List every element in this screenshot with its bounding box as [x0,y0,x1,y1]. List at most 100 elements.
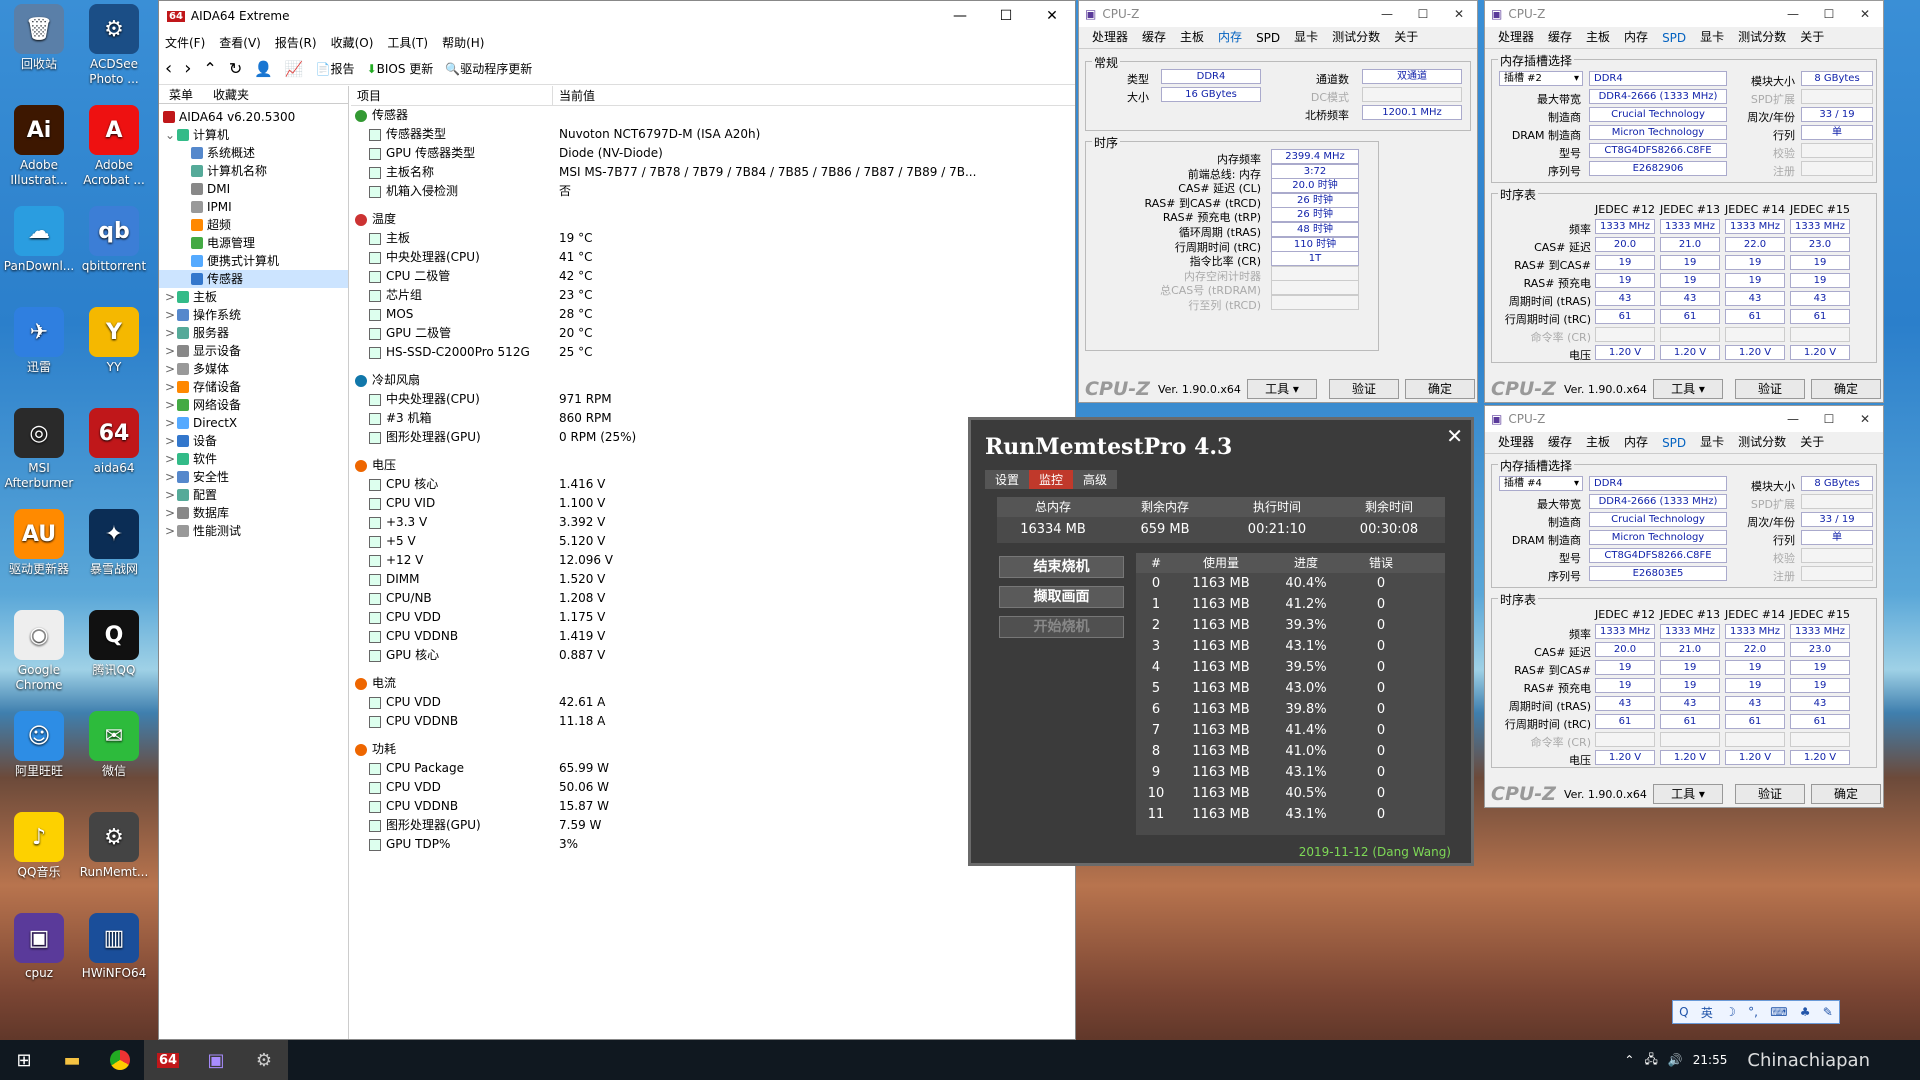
sensor-row[interactable]: DIMM 1.520 V [351,570,1075,589]
expand-chevron-icon[interactable]: > [165,450,177,468]
sensor-row[interactable]: CPU VDD 42.61 A [351,693,1075,712]
close-icon[interactable]: ✕ [1446,424,1463,448]
tree-item[interactable]: > 性能测试 [159,522,348,540]
tree-item[interactable]: > 软件 [159,450,348,468]
validate-button[interactable]: 验证 [1735,379,1805,399]
rmt-tab[interactable]: 设置 [985,470,1030,489]
tree-item[interactable]: 便携式计算机 [159,252,348,270]
desktop-icon[interactable]: ♪ QQ音乐 [0,812,78,880]
sensor-row[interactable]: GPU 二极管 20 °C [351,324,1075,343]
cpuz-tab[interactable]: 缓存 [1541,433,1579,453]
maximize-button[interactable]: ☐ [983,8,1029,24]
sensor-row[interactable]: CPU VDDNB 11.18 A [351,712,1075,731]
cpuz-tab[interactable]: 显卡 [1693,28,1731,48]
sensor-row[interactable]: +3.3 V 3.392 V [351,513,1075,532]
tree-item[interactable]: > DirectX [159,414,348,432]
punct-icon[interactable]: °, [1748,1005,1758,1019]
wrench-icon[interactable]: ✎ [1823,1005,1833,1019]
taskbar-chrome[interactable] [96,1040,144,1080]
slot-select[interactable]: 插槽 #2 ▾ [1499,71,1583,86]
tree-item[interactable]: > 配置 [159,486,348,504]
tab-favorites[interactable]: 收藏夹 [203,86,259,103]
maximize-button[interactable]: ☐ [1405,7,1441,21]
maximize-button[interactable]: ☐ [1811,412,1847,426]
minimize-button[interactable]: — [937,8,983,24]
cpuz-tab[interactable]: 显卡 [1287,28,1325,48]
expand-chevron-icon[interactable]: > [165,414,177,432]
cpuz-tab[interactable]: 内存 [1617,28,1655,48]
ok-button[interactable]: 确定 [1405,379,1475,399]
sensor-row[interactable]: 机箱入侵检测 否 [351,182,1075,201]
slot-select[interactable]: 插槽 #4 ▾ [1499,476,1583,491]
desktop-icon[interactable]: qb qbittorrent [75,206,153,274]
desktop-icon[interactable]: ▥ HWiNFO64 [75,913,153,981]
cpuz-tab[interactable]: 内存 [1211,28,1249,48]
sensor-row[interactable]: CPU VDD 50.06 W [351,778,1075,797]
sensor-row[interactable]: CPU VDDNB 15.87 W [351,797,1075,816]
cpuz-tab[interactable]: 主板 [1579,28,1617,48]
volume-icon[interactable]: 🔊 [1668,1053,1683,1067]
report-button[interactable]: 📄 报告 [316,60,355,77]
sensor-row[interactable]: CPU Package 65.99 W [351,759,1075,778]
cpuz-tab[interactable]: 关于 [1793,433,1831,453]
taskbar-aida64[interactable]: 64 [144,1040,192,1080]
expand-chevron-icon[interactable]: > [165,396,177,414]
sensor-row[interactable]: +12 V 12.096 V [351,551,1075,570]
desktop-icon[interactable]: 🗑 回收站 [0,4,78,72]
tray-chevron-icon[interactable]: ⌃ [1624,1053,1634,1067]
expand-chevron-icon[interactable]: > [165,306,177,324]
menu-item[interactable]: 帮助(H) [442,34,484,51]
sensor-row[interactable]: CPU VDDNB 1.419 V [351,627,1075,646]
cpuz-tab[interactable]: 主板 [1579,433,1617,453]
keyboard-icon[interactable]: ⌨ [1770,1005,1787,1019]
expand-chevron-icon[interactable]: > [165,504,177,522]
expand-chevron-icon[interactable]: > [165,324,177,342]
expand-chevron-icon[interactable]: > [165,288,177,306]
cpuz-tab[interactable]: 内存 [1617,433,1655,453]
close-button[interactable]: ✕ [1441,7,1477,21]
desktop-icon[interactable]: ◎ MSI Afterburner [0,408,78,491]
tree-item[interactable]: IPMI [159,198,348,216]
sensor-row[interactable]: CPU VDD 1.175 V [351,608,1075,627]
tab-menu[interactable]: 菜单 [159,86,203,103]
desktop-icon[interactable]: ☺ 阿里旺旺 [0,711,78,779]
back-icon[interactable]: ‹ [165,58,172,79]
tree-root[interactable]: AIDA64 v6.20.5300 [159,108,348,126]
tools-button[interactable]: 工具 ▾ [1653,784,1723,804]
expand-chevron-icon[interactable]: > [165,342,177,360]
sensor-row[interactable]: CPU/NB 1.208 V [351,589,1075,608]
cpuz-tab[interactable]: 关于 [1793,28,1831,48]
tree-item[interactable]: > 服务器 [159,324,348,342]
cpuz-tab[interactable]: SPD [1655,436,1693,453]
sensor-row[interactable]: +5 V 5.120 V [351,532,1075,551]
tree-item[interactable]: > 操作系统 [159,306,348,324]
menu-item[interactable]: 查看(V) [219,34,261,51]
desktop-icon[interactable]: ☁ PanDownl... [0,206,78,274]
user-icon[interactable]: 👤 [254,60,273,78]
sensor-row[interactable]: 中央处理器(CPU) 971 RPM [351,390,1075,409]
tree-item[interactable]: > 多媒体 [159,360,348,378]
tools-button[interactable]: 工具 ▾ [1247,379,1317,399]
up-icon[interactable]: ⌃ [203,59,216,78]
ok-button[interactable]: 确定 [1811,784,1881,804]
cpuz-tab[interactable]: SPD [1655,31,1693,48]
menu-item[interactable]: 报告(R) [275,34,317,51]
chart-icon[interactable]: 📈 [285,60,304,78]
sensor-row[interactable]: HS-SSD-C2000Pro 512G 25 °C [351,343,1075,362]
network-icon[interactable]: 🖧 [1644,1050,1657,1071]
stop-burnin-button[interactable]: 结束烧机 [999,556,1124,578]
forward-icon[interactable]: › [184,58,191,79]
minimize-button[interactable]: — [1369,7,1405,21]
desktop-icon[interactable]: Y YY [75,307,153,375]
cpuz-tab[interactable]: 处理器 [1491,28,1541,48]
taskbar-cpuz[interactable]: ▣ [192,1040,240,1080]
tree-item[interactable]: > 数据库 [159,504,348,522]
tree-item[interactable]: 电源管理 [159,234,348,252]
desktop-icon[interactable]: Ai Adobe Illustrat... [0,105,78,188]
sensor-row[interactable]: CPU 二极管 42 °C [351,267,1075,286]
tree-item[interactable]: > 设备 [159,432,348,450]
cpuz-tab[interactable]: 主板 [1173,28,1211,48]
expand-chevron-icon[interactable]: ⌄ [165,126,177,144]
desktop-icon[interactable]: ✈ 迅雷 [0,307,78,375]
cpuz-tab[interactable]: 处理器 [1085,28,1135,48]
